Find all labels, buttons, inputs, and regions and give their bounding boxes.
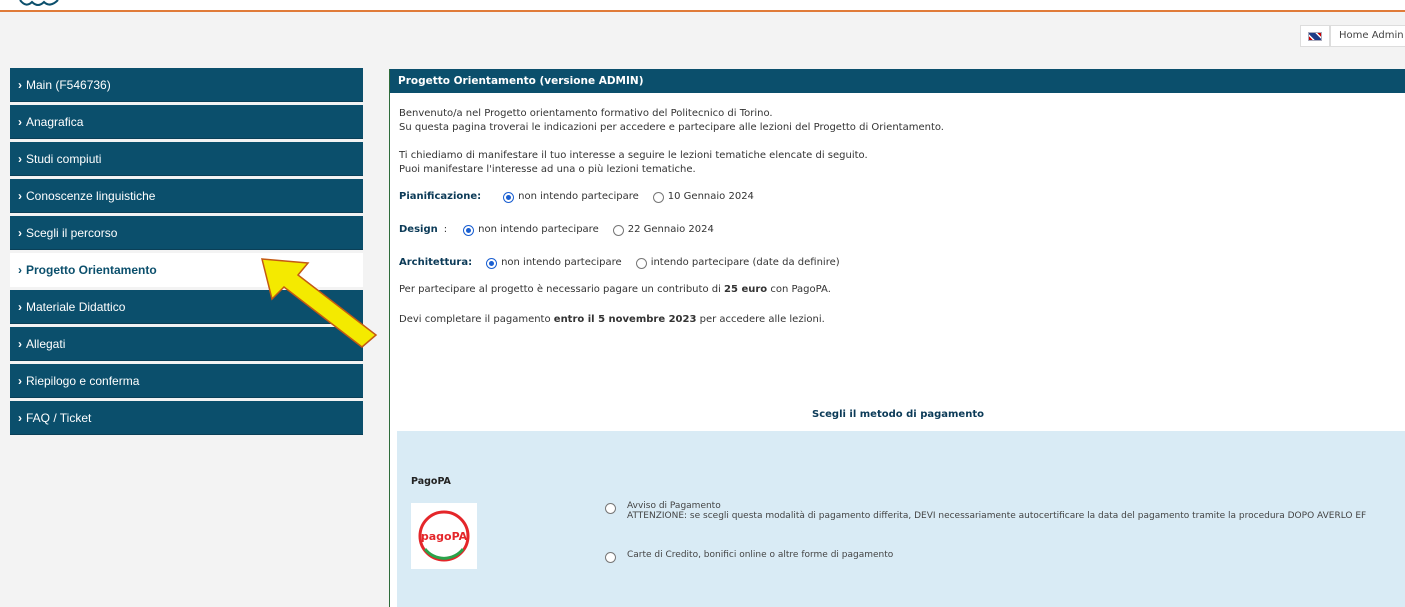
payment-option-label: Carte di Credito, bonifici online o altr… bbox=[627, 550, 894, 560]
chevron-right-icon: › bbox=[18, 189, 22, 203]
intro-text-1: Benvenuto/a nel Progetto orientamento fo… bbox=[399, 108, 773, 119]
lesson-option-no[interactable]: non intendo partecipare bbox=[486, 256, 622, 270]
lesson-label: Architettura: bbox=[399, 257, 473, 268]
radio-selected-icon[interactable] bbox=[503, 191, 515, 203]
radio-icon[interactable] bbox=[605, 552, 616, 563]
chevron-right-icon: › bbox=[18, 411, 22, 425]
lesson-label: Design bbox=[399, 224, 438, 235]
pagopa-logo: pagoPA bbox=[411, 503, 477, 569]
chevron-right-icon: › bbox=[18, 374, 22, 388]
sidebar-item-label: Riepilogo e conferma bbox=[26, 374, 140, 388]
sidebar-item-riepilogo[interactable]: › Riepilogo e conferma bbox=[10, 364, 363, 398]
chevron-right-icon: › bbox=[18, 152, 22, 166]
payment-option-carte[interactable]: Carte di Credito, bonifici online o altr… bbox=[605, 550, 893, 563]
chevron-right-icon: › bbox=[18, 337, 22, 351]
fee-text: Per partecipare al progetto è necessario… bbox=[399, 284, 831, 295]
sidebar-item-conoscenze-linguistiche[interactable]: › Conoscenze linguistiche bbox=[10, 179, 363, 213]
lesson-option-yes[interactable]: intendo partecipare (date da definire) bbox=[635, 256, 840, 270]
sidebar-item-label: Materiale Didattico bbox=[26, 300, 126, 314]
sidebar-item-label: Progetto Orientamento bbox=[26, 263, 157, 277]
lesson-label: Pianificazione: bbox=[399, 191, 482, 202]
sidebar-item-label: Conoscenze linguistiche bbox=[26, 189, 156, 203]
lesson-option-no[interactable]: non intendo partecipare bbox=[463, 223, 599, 237]
chevron-right-icon: › bbox=[18, 115, 22, 129]
chevron-right-icon: › bbox=[18, 300, 22, 314]
pagopa-logo-icon: pagoPA bbox=[418, 510, 470, 562]
radio-icon[interactable] bbox=[652, 191, 664, 203]
lesson-row-design: Design: non intendo partecipare 22 Genna… bbox=[399, 223, 714, 237]
lesson-option-yes[interactable]: 10 Gennaio 2024 bbox=[652, 190, 754, 204]
payment-box: PagoPA pagoPA Avviso di Pagamento ATTENZ… bbox=[397, 431, 1405, 607]
sidebar-item-studi-compiuti[interactable]: › Studi compiuti bbox=[10, 142, 363, 176]
sidebar-item-label: Scegli il percorso bbox=[26, 226, 118, 240]
sidebar-item-scegli-percorso[interactable]: › Scegli il percorso bbox=[10, 216, 363, 250]
pagopa-label: PagoPA bbox=[411, 476, 451, 487]
radio-selected-icon[interactable] bbox=[486, 257, 498, 269]
interest-text-2: Puoi manifestare l'interesse ad una o pi… bbox=[399, 164, 696, 175]
sidebar-item-main[interactable]: › Main (F546736) bbox=[10, 68, 363, 102]
intro-text-2: Su questa pagina troverai le indicazioni… bbox=[399, 122, 944, 133]
sidebar-item-label: Allegati bbox=[26, 337, 66, 351]
interest-text-1: Ti chiediamo di manifestare il tuo inter… bbox=[399, 150, 868, 161]
home-admin-link[interactable]: Home Admin bbox=[1330, 25, 1405, 47]
lesson-option-yes[interactable]: 22 Gennaio 2024 bbox=[612, 223, 714, 237]
sidebar-item-label: Anagrafica bbox=[26, 115, 84, 129]
payment-method-title: Scegli il metodo di pagamento bbox=[812, 409, 984, 420]
deadline-text: Devi completare il pagamento entro il 5 … bbox=[399, 314, 825, 325]
lesson-row-pianificazione: Pianificazione: non intendo partecipare … bbox=[399, 189, 1405, 205]
panel-title: Progetto Orientamento (versione ADMIN) bbox=[390, 69, 1405, 93]
lesson-option-no[interactable]: non intendo partecipare bbox=[503, 190, 639, 204]
sidebar-item-faq-ticket[interactable]: › FAQ / Ticket bbox=[10, 401, 363, 435]
lesson-row-architettura: Architettura: non intendo partecipare in… bbox=[399, 255, 1405, 271]
payment-option-avviso[interactable]: Avviso di Pagamento ATTENZIONE: se scegl… bbox=[605, 501, 1366, 521]
sidebar-item-label: Main (F546736) bbox=[26, 78, 111, 92]
top-bar bbox=[0, 0, 1405, 12]
main-panel: Progetto Orientamento (versione ADMIN) B… bbox=[389, 69, 1405, 607]
pagopa-logo-text: pagoPA bbox=[421, 530, 468, 543]
radio-icon[interactable] bbox=[612, 224, 624, 236]
language-button[interactable] bbox=[1300, 25, 1330, 47]
panel-body: Benvenuto/a nel Progetto orientamento fo… bbox=[390, 93, 1405, 327]
uk-flag-icon bbox=[1308, 31, 1322, 41]
sidebar-item-label: FAQ / Ticket bbox=[26, 411, 92, 425]
radio-icon[interactable] bbox=[605, 503, 616, 514]
chevron-right-icon: › bbox=[18, 78, 22, 92]
logo-icon bbox=[19, 0, 59, 6]
sidebar-item-anagrafica[interactable]: › Anagrafica bbox=[10, 105, 363, 139]
payment-option-note: ATTENZIONE: se scegli questa modalità di… bbox=[627, 511, 1367, 521]
payment-option-label: Avviso di Pagamento bbox=[627, 501, 721, 511]
radio-icon[interactable] bbox=[635, 257, 647, 269]
chevron-right-icon: › bbox=[18, 226, 22, 240]
chevron-right-icon: › bbox=[18, 263, 22, 277]
yellow-arrow-annotation bbox=[261, 258, 378, 348]
radio-selected-icon[interactable] bbox=[463, 224, 475, 236]
sidebar-item-label: Studi compiuti bbox=[26, 152, 102, 166]
